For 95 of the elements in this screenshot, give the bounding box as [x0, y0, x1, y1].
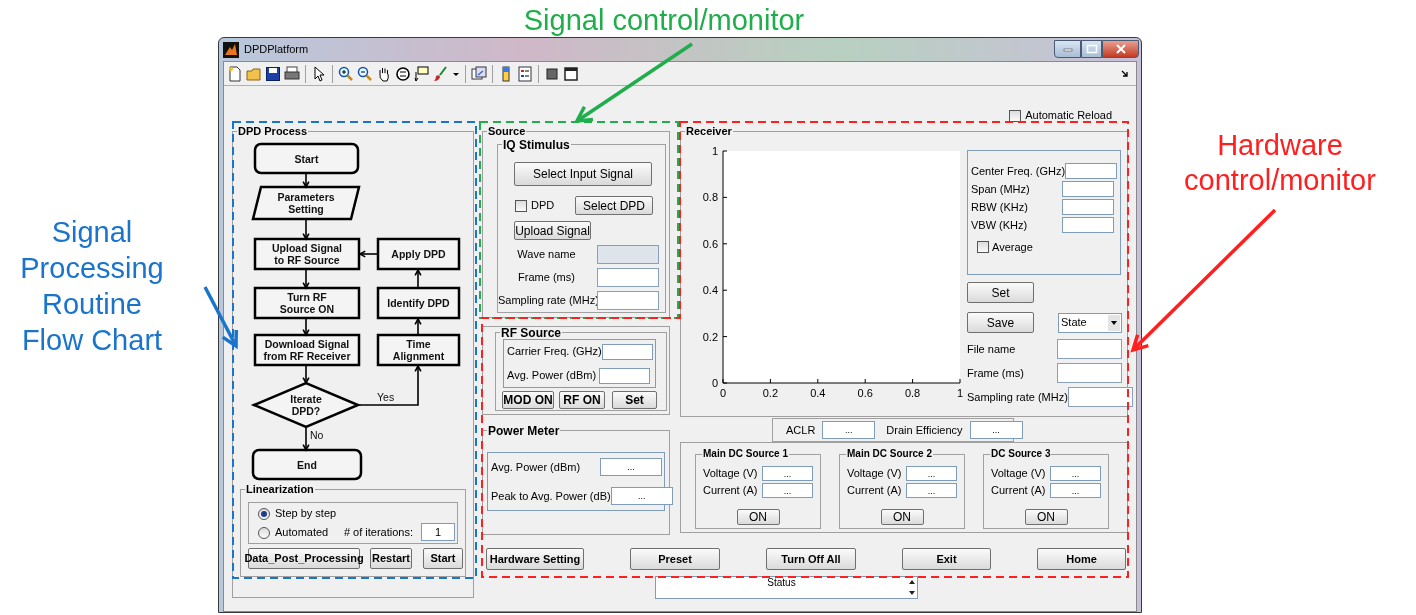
field-label: Span (MHz)	[971, 183, 1030, 195]
flowchart-process-box: Apply DPD	[376, 237, 461, 271]
field-label: Frame (ms)	[517, 272, 576, 283]
tick-label: 0.2	[702, 330, 718, 343]
flowchart-terminal: End	[251, 448, 363, 481]
panel-title: Power Meter	[487, 425, 561, 437]
panel-title: Receiver	[685, 126, 733, 137]
field-label: Sampling rate (MHz)	[967, 391, 1068, 403]
field-label: Drain Efficiency	[886, 424, 963, 436]
tick-label: 1	[956, 387, 963, 399]
mod-on-button[interactable]: MOD ON	[502, 391, 554, 409]
set-button[interactable]: Set	[967, 282, 1034, 303]
input-field[interactable]: ...	[600, 458, 662, 476]
flowchart-process-box: Turn RF Source ON	[253, 286, 361, 320]
state-dropdown[interactable]: State	[1058, 312, 1122, 333]
panel-title: Source	[487, 126, 527, 137]
input-field[interactable]: ...	[1050, 466, 1101, 481]
flow-label: Yes	[377, 391, 395, 403]
panel-title: Linearization	[245, 484, 315, 495]
restart-button[interactable]: Restart	[370, 548, 412, 569]
on-button[interactable]: ON	[880, 509, 924, 525]
tick-label: 0.8	[904, 387, 921, 399]
field-label: Peak to Avg. Power (dB)	[491, 490, 611, 502]
window-title: DPDPlatform	[244, 44, 309, 55]
flowchart-terminal: Start	[253, 142, 360, 175]
tick-label: 0.6	[857, 387, 873, 399]
field-label: Voltage (V)	[991, 468, 1046, 479]
hardware-setting-button[interactable]: Hardware Setting	[486, 548, 584, 570]
flowchart-input-box: Parameters Setting	[251, 185, 361, 221]
on-button[interactable]: ON	[1024, 509, 1068, 525]
panel-title: IQ Stimulus	[502, 139, 571, 151]
tick-label: 1	[711, 145, 718, 157]
flow-label: No	[310, 429, 324, 441]
field-label: Automatic Reload	[1025, 110, 1112, 121]
field-label: Avg. Power (dBm)	[507, 370, 597, 381]
field-label: Current (A)	[991, 485, 1046, 496]
tick-label: 0	[719, 387, 727, 399]
input-field[interactable]: ...	[906, 466, 957, 481]
field-label: # of iterations:	[343, 527, 413, 538]
panel-title: Main DC Source 1	[702, 449, 790, 459]
field-label: Center Freq. (GHz)	[971, 165, 1066, 177]
upload-button[interactable]: Upload Signal	[514, 221, 591, 240]
field-label: Frame (ms)	[967, 367, 1024, 379]
preset-button[interactable]: Preset	[630, 548, 720, 570]
input-field[interactable]: ...	[610, 487, 673, 505]
field-label: Step by step	[275, 508, 337, 519]
field-label: Automated	[275, 527, 329, 538]
turn-off-button[interactable]: Turn Off All	[766, 548, 856, 570]
field-label: Current (A)	[847, 485, 902, 496]
input-field[interactable]: ...	[822, 421, 876, 439]
field-label: Average	[992, 241, 1033, 253]
tick-label: 0.6	[702, 237, 718, 250]
input-field[interactable]: ...	[1050, 483, 1101, 498]
field-label: Wave name	[516, 249, 577, 260]
tick-label: 0.4	[810, 387, 826, 399]
rf-on-button[interactable]: RF ON	[559, 391, 605, 409]
home-button[interactable]: Home	[1037, 548, 1126, 570]
tick-label: 0	[711, 377, 718, 389]
field-label: Avg. Power (dBm)	[491, 461, 581, 473]
status-text: Status	[766, 577, 797, 590]
callout-label: Signal control/monitor	[522, 3, 806, 38]
callout-label: Hardware control/monitor	[1183, 128, 1377, 198]
field-label: Current (A)	[703, 485, 758, 496]
panel-title: DPD Process	[237, 126, 309, 137]
set-button[interactable]: Set	[612, 391, 657, 409]
panel-title: Main DC Source 2	[846, 449, 934, 459]
tick-label: 0.8	[702, 191, 718, 204]
input-field[interactable]: ...	[762, 466, 813, 481]
start-button[interactable]: Start	[423, 548, 463, 569]
field-label: RBW (KHz)	[971, 201, 1028, 213]
select-dpd-button[interactable]: Select DPD	[575, 196, 653, 215]
select-input-button[interactable]: Select Input Signal	[514, 162, 652, 186]
input-field[interactable]: ...	[969, 421, 1023, 439]
on-button[interactable]: ON	[736, 509, 780, 525]
callout-label: Signal Processing Routine Flow Chart	[19, 215, 165, 358]
field-label: VBW (KHz)	[971, 219, 1028, 231]
tick-label: 0.4	[702, 284, 718, 297]
panel-title: RF Source	[500, 327, 562, 339]
flowchart-process-box: Identify DPD	[376, 286, 461, 320]
panel-title: DC Source 3	[990, 449, 1052, 459]
exit-button[interactable]: Exit	[902, 548, 991, 570]
field-label: File name	[967, 343, 1016, 355]
input-field[interactable]: ...	[762, 483, 813, 498]
flowchart-process-box: Download Signal from RF Receiver	[253, 333, 361, 367]
input-field[interactable]: ...	[906, 483, 957, 498]
field-label: Voltage (V)	[847, 468, 902, 479]
field-label: Voltage (V)	[703, 468, 758, 479]
save-button[interactable]: Save	[967, 312, 1034, 333]
flowchart-process-box: Time Alignment	[376, 333, 461, 367]
field-label: ACLR	[786, 424, 816, 436]
tick-label: 0.2	[762, 387, 779, 399]
iterations-field[interactable]: 1	[421, 522, 455, 541]
flowchart-process-box: Upload Signal to RF Source	[253, 237, 361, 271]
field-label: Carrier Freq. (GHz)	[507, 346, 602, 357]
field-label: DPD	[531, 200, 555, 211]
